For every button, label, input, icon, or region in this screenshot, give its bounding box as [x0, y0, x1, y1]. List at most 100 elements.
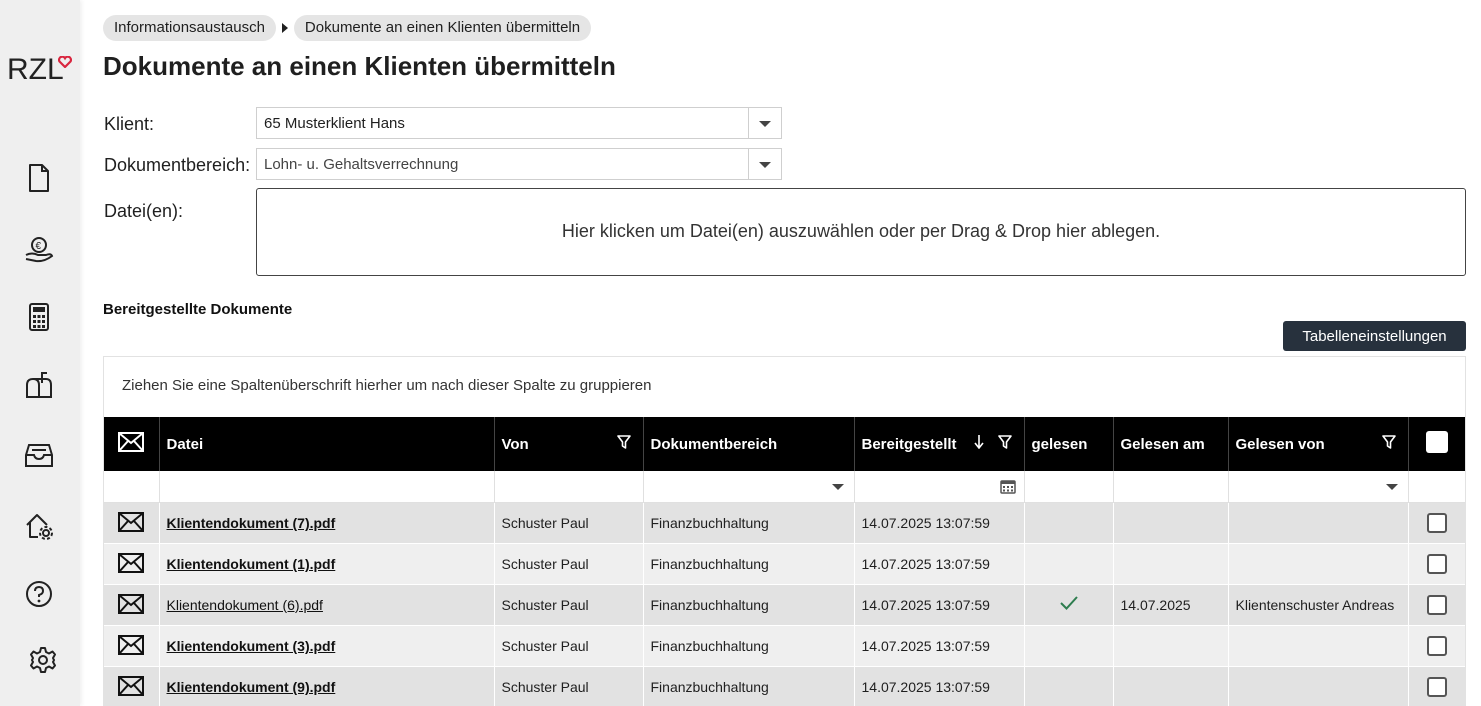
logo-text: RZL — [7, 53, 64, 86]
envelope-icon — [117, 552, 144, 573]
gear-icon[interactable] — [28, 645, 58, 675]
filter-icon[interactable] — [997, 435, 1012, 449]
column-header-dokumentbereich[interactable]: Dokumentbereich — [643, 417, 855, 471]
column-header-gelesen-von[interactable]: Gelesen von — [1228, 417, 1409, 471]
section-title: Bereitgestellte Dokumente — [103, 301, 293, 318]
cell-gelesen-von — [1228, 543, 1409, 585]
filter-cell-gelesen[interactable] — [1024, 471, 1114, 503]
sidebar: RZL € — [0, 0, 80, 706]
cell-gelesen — [1024, 625, 1114, 667]
column-header-select-all[interactable] — [1408, 417, 1465, 471]
filter-cell-dokumentbereich[interactable] — [643, 471, 855, 503]
envelope-cell[interactable] — [104, 625, 160, 667]
cell-select — [1408, 502, 1465, 544]
table-row[interactable]: Klientendokument (1).pdf Schuster Paul Fin… — [104, 543, 1465, 585]
select-all-checkbox[interactable] — [1426, 431, 1448, 453]
envelope-cell[interactable] — [104, 666, 160, 706]
sort-descending-icon[interactable] — [973, 435, 984, 449]
dropzone-text: Hier klicken um Datei(en) auszuwählen od… — [561, 221, 1161, 241]
cell-bereitgestellt: 14.07.2025 13:07:59 — [854, 584, 1025, 626]
filter-cell-von[interactable] — [494, 471, 644, 503]
dokumentbereich-select[interactable]: Lohn- u. Gehaltsverrechnung — [256, 148, 782, 180]
column-header-von[interactable]: Von — [494, 417, 644, 471]
file-dropzone[interactable]: Hier klicken um Datei(en) auszuwählen od… — [256, 188, 1466, 276]
breadcrumb-item-informationsaustausch[interactable]: Informationsaustausch — [103, 15, 276, 41]
column-header-bereitgestellt[interactable]: Bereitgestellt — [854, 417, 1025, 471]
envelope-cell[interactable] — [104, 543, 160, 585]
column-header-datei[interactable]: Datei — [159, 417, 495, 471]
filter-cell-gelesen-am[interactable] — [1113, 471, 1229, 503]
filter-row — [104, 471, 1465, 503]
cell-bereitgestellt: 14.07.2025 13:07:59 — [854, 625, 1025, 667]
envelope-icon — [117, 593, 144, 614]
column-header-gelesen-am[interactable]: Gelesen am — [1113, 417, 1229, 471]
rzl-logo: RZL — [7, 54, 73, 86]
mailbox-icon[interactable] — [24, 370, 54, 400]
cell-gelesen-am — [1113, 666, 1229, 706]
filter-cell-datei[interactable] — [159, 471, 495, 503]
cell-dokumentbereich: Finanzbuchhaltung — [643, 625, 855, 667]
envelope-cell[interactable] — [104, 502, 160, 544]
row-checkbox[interactable] — [1427, 554, 1447, 574]
cell-datei: Klientendokument (9).pdf — [159, 666, 495, 706]
file-link[interactable]: Klientendokument (1).pdf — [167, 556, 336, 572]
filter-cell-gelesen-von[interactable] — [1228, 471, 1409, 503]
envelope-icon — [117, 634, 144, 655]
klient-select[interactable]: 65 Musterklient Hans — [256, 107, 782, 139]
cell-gelesen — [1024, 666, 1114, 706]
checkmark-icon — [1059, 595, 1078, 610]
calendar-icon[interactable] — [999, 478, 1016, 494]
table-row[interactable]: Klientendokument (3).pdf Schuster Paul Fin… — [104, 625, 1465, 667]
file-link[interactable]: Klientendokument (9).pdf — [167, 679, 336, 695]
table-row[interactable]: Klientendokument (7).pdf Schuster Paul Fin… — [104, 502, 1465, 544]
column-header-label: Gelesen am — [1120, 435, 1205, 453]
filter-cell-bereitgestellt[interactable] — [854, 471, 1025, 503]
envelope-cell[interactable] — [104, 584, 160, 626]
cell-datei: Klientendokument (3).pdf — [159, 625, 495, 667]
row-checkbox[interactable] — [1427, 636, 1447, 656]
column-header-envelope[interactable] — [104, 417, 160, 471]
file-link[interactable]: Klientendokument (3).pdf — [167, 638, 336, 654]
cell-select — [1408, 625, 1465, 667]
filter-cell — [104, 471, 160, 503]
chevron-down-icon[interactable] — [748, 149, 781, 179]
file-link[interactable]: Klientendokument (6).pdf — [167, 597, 323, 613]
breadcrumb: Informationsaustausch Dokumente an einen… — [103, 15, 592, 41]
filter-icon[interactable] — [1381, 435, 1396, 449]
row-checkbox[interactable] — [1427, 595, 1447, 615]
cell-dokumentbereich: Finanzbuchhaltung — [643, 543, 855, 585]
cell-gelesen-am — [1113, 625, 1229, 667]
cell-gelesen-am: 14.07.2025 — [1113, 584, 1229, 626]
breadcrumb-item-current[interactable]: Dokumente an einen Klienten übermitteln — [293, 15, 592, 41]
envelope-icon — [117, 511, 144, 532]
envelope-icon — [117, 432, 144, 452]
table-row[interactable]: Klientendokument (6).pdf Schuster Paul Fin… — [104, 584, 1465, 626]
cell-datei: Klientendokument (6).pdf — [159, 584, 495, 626]
table-settings-button[interactable]: Tabelleneinstellungen — [1283, 321, 1466, 351]
cell-von: Schuster Paul — [494, 625, 644, 667]
row-checkbox[interactable] — [1427, 677, 1447, 697]
help-icon[interactable] — [24, 579, 54, 609]
calculator-icon[interactable] — [24, 302, 54, 332]
table-row[interactable]: Klientendokument (9).pdf Schuster Paul Fin… — [104, 666, 1465, 706]
row-checkbox[interactable] — [1427, 513, 1447, 533]
document-icon[interactable] — [24, 163, 54, 193]
file-link[interactable]: Klientendokument (7).pdf — [167, 515, 336, 531]
column-header-gelesen[interactable]: gelesen — [1024, 417, 1114, 471]
cell-von: Schuster Paul — [494, 502, 644, 544]
home-settings-icon[interactable] — [24, 511, 54, 541]
documents-table: Datei Von Dokumentbereich Bereitgestellt… — [104, 417, 1465, 706]
cell-gelesen — [1024, 543, 1114, 585]
cell-gelesen-von: Klientenschuster Andreas — [1228, 584, 1409, 626]
inbox-tray-icon[interactable] — [24, 440, 54, 470]
cell-datei: Klientendokument (1).pdf — [159, 543, 495, 585]
page-title: Dokumente an einen Klienten übermitteln — [103, 51, 616, 81]
cell-select — [1408, 584, 1465, 626]
column-header-label: gelesen — [1031, 435, 1088, 453]
cell-gelesen-von — [1228, 625, 1409, 667]
euro-hand-icon[interactable]: € — [24, 234, 54, 264]
filter-icon[interactable] — [616, 435, 631, 449]
group-panel[interactable]: Ziehen Sie eine Spaltenüberschrift hierh… — [104, 357, 1465, 417]
chevron-down-icon[interactable] — [748, 108, 781, 138]
cell-von: Schuster Paul — [494, 666, 644, 706]
